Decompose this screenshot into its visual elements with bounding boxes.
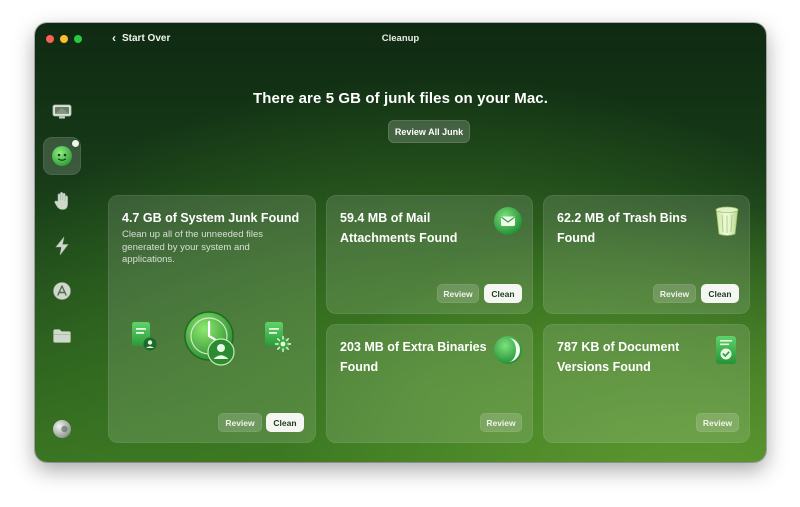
trash-bins-review-button[interactable]: Review <box>653 284 696 303</box>
hand-icon <box>54 192 68 210</box>
trash-bins-clean-button[interactable]: Clean <box>701 284 739 303</box>
extra-binaries-title: 203 MB of Extra Binaries Found <box>340 340 487 374</box>
apps-icon <box>53 282 71 300</box>
assistant-orb-icon <box>53 420 71 438</box>
trash-bins-title: 62.2 MB of Trash Bins Found <box>557 211 687 245</box>
system-junk-review-button[interactable]: Review <box>218 413 262 432</box>
sidebar-item-protection[interactable] <box>43 182 81 220</box>
lightning-icon <box>55 236 69 256</box>
mail-attachments-clean-button[interactable]: Clean <box>484 284 522 303</box>
trash-bins-card: 62.2 MB of Trash Bins Found Review Clean <box>543 195 750 314</box>
cleanup-globe-icon <box>52 146 72 166</box>
document-versions-title: 787 KB of Document Versions Found <box>557 340 680 374</box>
notification-dot <box>72 140 79 147</box>
system-junk-illustration-icon <box>132 311 292 366</box>
sidebar-item-assistant[interactable] <box>43 410 81 448</box>
folder-icon <box>53 329 71 343</box>
mail-envelope-icon <box>494 207 522 235</box>
system-junk-title: 4.7 GB of System Junk Found <box>122 211 300 225</box>
junk-summary-headline: There are 5 GB of junk files on your Mac… <box>252 90 548 107</box>
app-window: ‹ Start Over Cleanup There are 5 GB of j… <box>35 23 766 462</box>
system-junk-description: Clean up all of the unneeded files gener… <box>122 229 264 265</box>
sidebar-item-my-clutter[interactable] <box>43 317 81 355</box>
extra-binaries-review-button[interactable]: Review <box>480 413 522 432</box>
sidebar-item-applications[interactable] <box>43 272 81 310</box>
window-title: Cleanup <box>381 33 420 44</box>
document-versions-card: 787 KB of Document Versions Found Review <box>543 324 750 443</box>
mail-attachments-review-button[interactable]: Review <box>437 284 479 303</box>
sidebar-item-performance[interactable] <box>43 227 81 265</box>
trash-bin-icon <box>715 206 739 236</box>
sidebar-item-cleanup[interactable] <box>43 137 81 175</box>
system-junk-card: 4.7 GB of System Junk Found Clean up all… <box>108 195 316 443</box>
extra-binaries-card: 203 MB of Extra Binaries Found Review <box>326 324 533 443</box>
binaries-icon <box>494 336 522 364</box>
review-all-junk-button[interactable]: Review All Junk <box>388 120 470 143</box>
system-junk-clean-button[interactable]: Clean <box>266 413 304 432</box>
mail-attachments-card: 59.4 MB of Mail Attachments Found Review… <box>326 195 533 314</box>
document-check-icon <box>716 336 736 364</box>
mail-attachments-title: 59.4 MB of Mail Attachments Found <box>340 211 458 245</box>
document-versions-review-button[interactable]: Review <box>696 413 739 432</box>
